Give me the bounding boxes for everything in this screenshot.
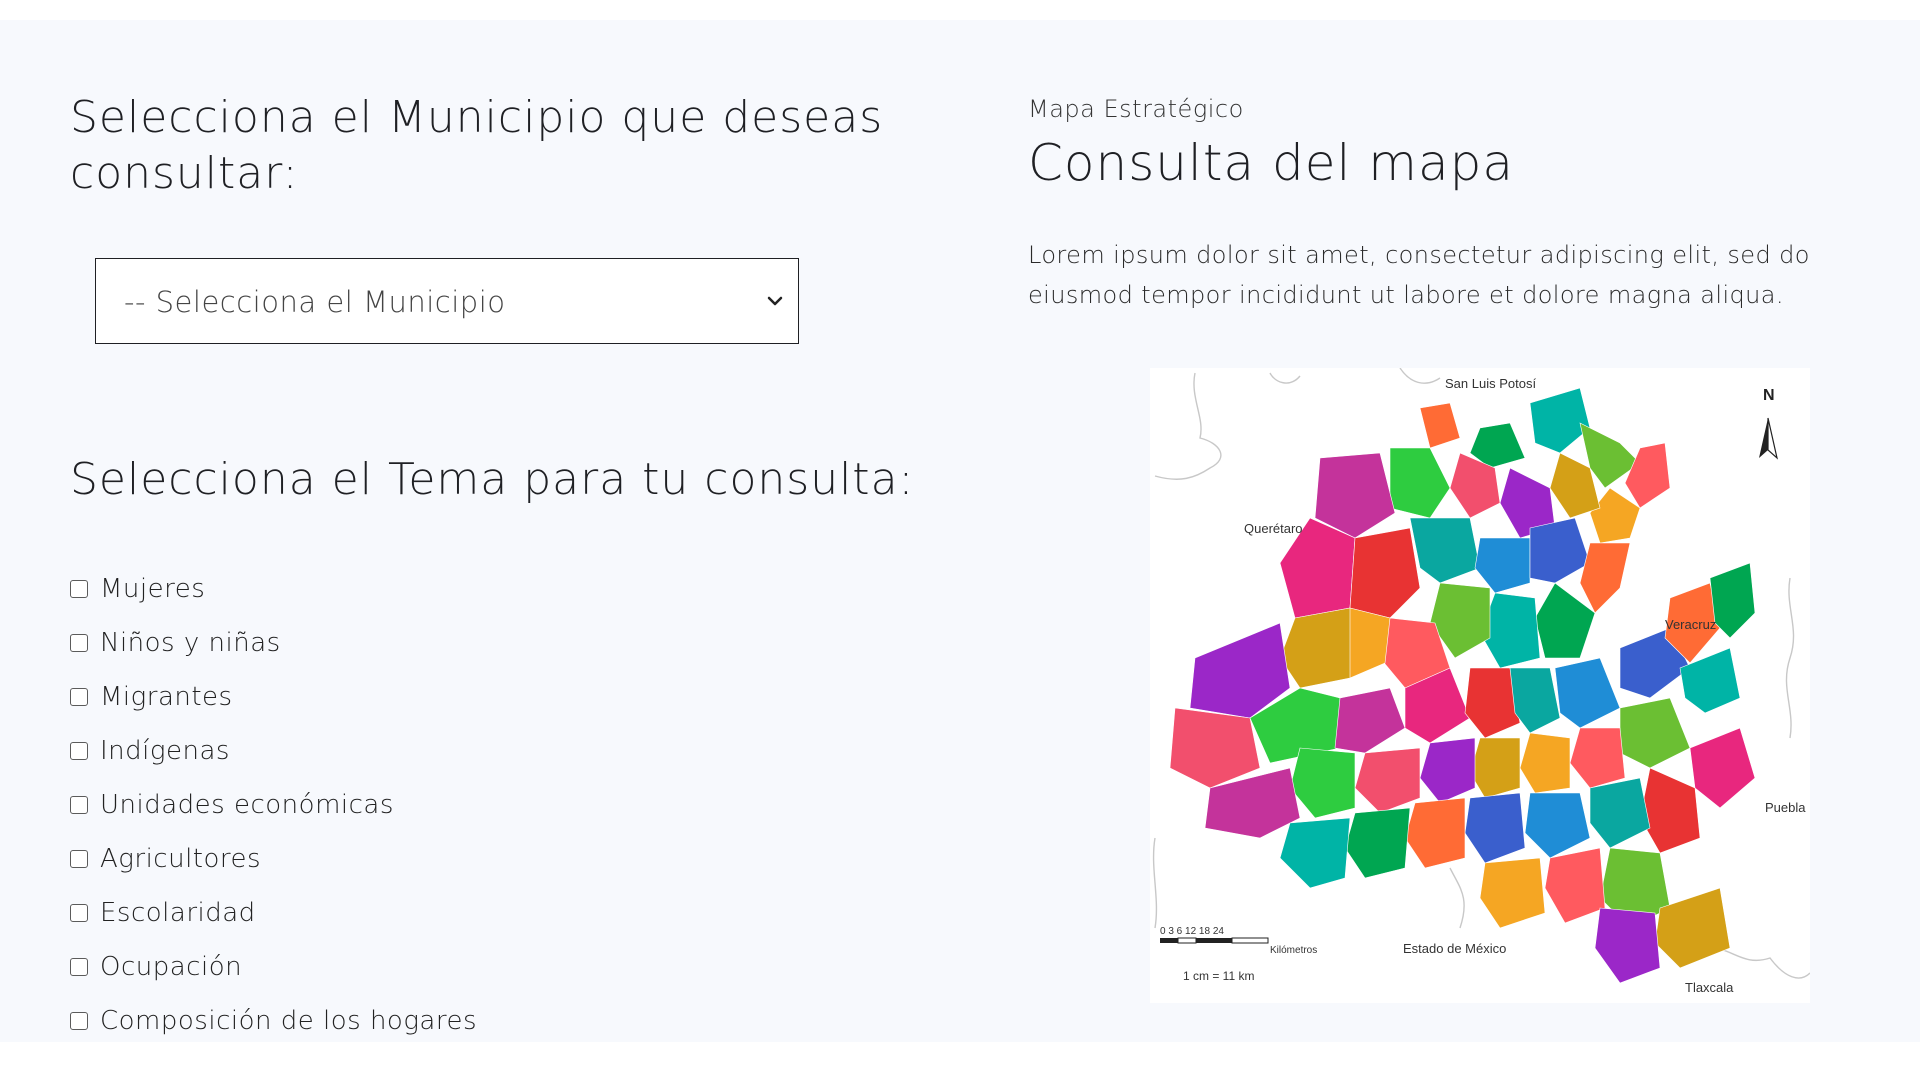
topic-label: Ocupación <box>100 952 243 982</box>
municipality-region[interactable] <box>1529 387 1591 454</box>
topic-item[interactable]: Unidades económicas <box>70 778 870 832</box>
municipality-region[interactable] <box>1279 607 1351 689</box>
municipality-region[interactable] <box>1589 777 1651 849</box>
municipality-region[interactable] <box>1409 517 1481 584</box>
municipality-region[interactable] <box>1479 857 1546 929</box>
label-edomex: Estado de México <box>1403 941 1506 956</box>
municipality-region[interactable] <box>1524 792 1591 859</box>
topic-item[interactable]: Agricultores <box>70 832 870 886</box>
topic-label: Indígenas <box>100 736 230 766</box>
topic-item[interactable]: Composición de los hogares <box>70 994 870 1048</box>
label-queretaro: Querétaro <box>1244 521 1303 536</box>
municipality-region[interactable] <box>1169 707 1261 789</box>
municipality-region[interactable] <box>1579 542 1631 614</box>
municipality-region[interactable] <box>1464 792 1526 864</box>
topic-label: Escolaridad <box>100 898 256 928</box>
topic-item[interactable]: Mujeres <box>70 562 870 616</box>
municipality-region[interactable] <box>1334 687 1406 754</box>
topic-item[interactable]: Niños y niñas <box>70 616 870 670</box>
topic-label: Migrantes <box>100 682 233 712</box>
municipio-select[interactable]: -- Selecciona el Municipio <box>95 258 799 344</box>
topic-checkbox[interactable] <box>70 634 88 652</box>
municipality-region[interactable] <box>1529 517 1591 584</box>
municipality-region[interactable] <box>1389 447 1451 519</box>
topic-checkbox[interactable] <box>70 688 88 706</box>
municipality-region[interactable] <box>1349 527 1421 619</box>
strategic-map[interactable]: N 0 3 6 12 18 24 Kilómetros 1 cm = 11 km… <box>1150 368 1810 1003</box>
municipality-region[interactable] <box>1544 847 1606 924</box>
topic-label: Niños y niñas <box>100 628 281 658</box>
municipality-region[interactable] <box>1289 747 1356 819</box>
municipality-region[interactable] <box>1354 747 1421 814</box>
topic-checkbox[interactable] <box>70 958 88 976</box>
municipality-region[interactable] <box>1419 737 1476 804</box>
municipality-region[interactable] <box>1519 732 1571 794</box>
municipality-region[interactable] <box>1474 537 1531 594</box>
map-title: Consulta del mapa <box>1028 134 1514 192</box>
municipality-region[interactable] <box>1469 737 1521 799</box>
topic-checkbox[interactable] <box>70 850 88 868</box>
topic-checkbox[interactable] <box>70 796 88 814</box>
topic-label: Composición de los hogares <box>100 1006 478 1036</box>
label-tlaxcala: Tlaxcala <box>1685 980 1734 995</box>
topic-label: Unidades económicas <box>100 790 394 820</box>
topic-item[interactable]: Migrantes <box>70 670 870 724</box>
tema-heading: Selecciona el Tema para tu consulta: <box>70 454 915 505</box>
topic-item[interactable]: Indígenas <box>70 724 870 778</box>
section-eyebrow: Mapa Estratégico <box>1028 95 1244 123</box>
topic-label: Agricultores <box>100 844 262 874</box>
topic-checkbox[interactable] <box>70 904 88 922</box>
north-label: N <box>1763 387 1775 404</box>
topic-checkbox[interactable] <box>70 1012 88 1030</box>
label-puebla: Puebla <box>1765 800 1806 815</box>
municipality-region[interactable] <box>1554 657 1621 729</box>
topic-checkbox[interactable] <box>70 580 88 598</box>
scale-unit: Kilómetros <box>1270 945 1317 956</box>
municipality-region[interactable] <box>1619 697 1691 769</box>
map-description: Lorem ipsum dolor sit amet, consectetur … <box>1028 241 1810 309</box>
scale-ratio: 1 cm = 11 km <box>1183 969 1254 983</box>
north-arrow-icon <box>1759 417 1778 460</box>
municipio-heading: Selecciona el Municipio que deseas consu… <box>70 92 884 199</box>
scale-ticks: 0 3 6 12 18 24 <box>1160 926 1224 937</box>
municipality-region[interactable] <box>1344 807 1411 879</box>
label-veracruz: Veracruz <box>1665 617 1716 632</box>
topic-item[interactable]: Escolaridad <box>70 886 870 940</box>
municipality-region[interactable] <box>1624 442 1671 509</box>
municipality-region[interactable] <box>1689 727 1756 809</box>
municipality-region[interactable] <box>1419 402 1461 449</box>
municipality-region[interactable] <box>1639 767 1701 854</box>
label-san-luis: San Luis Potosí <box>1445 376 1536 391</box>
municipio-select-value: -- Selecciona el Municipio <box>124 285 506 319</box>
topic-label: Mujeres <box>100 574 206 604</box>
municipality-region[interactable] <box>1589 487 1641 544</box>
topic-checkbox[interactable] <box>70 742 88 760</box>
chevron-down-icon <box>767 296 783 306</box>
municipality-region[interactable] <box>1279 817 1351 889</box>
scale-bar <box>1160 937 1269 944</box>
municipality-region[interactable] <box>1404 797 1466 869</box>
top-band <box>0 0 1920 20</box>
municipality-region[interactable] <box>1569 727 1626 789</box>
map-canvas: N 0 3 6 12 18 24 Kilómetros 1 cm = 11 km… <box>1152 368 1810 995</box>
municipality-region[interactable] <box>1594 907 1661 984</box>
topic-item[interactable]: Ocupación <box>70 940 870 994</box>
topic-list: Mujeres Niños y niñas Migrantes Indígena… <box>70 562 870 1048</box>
